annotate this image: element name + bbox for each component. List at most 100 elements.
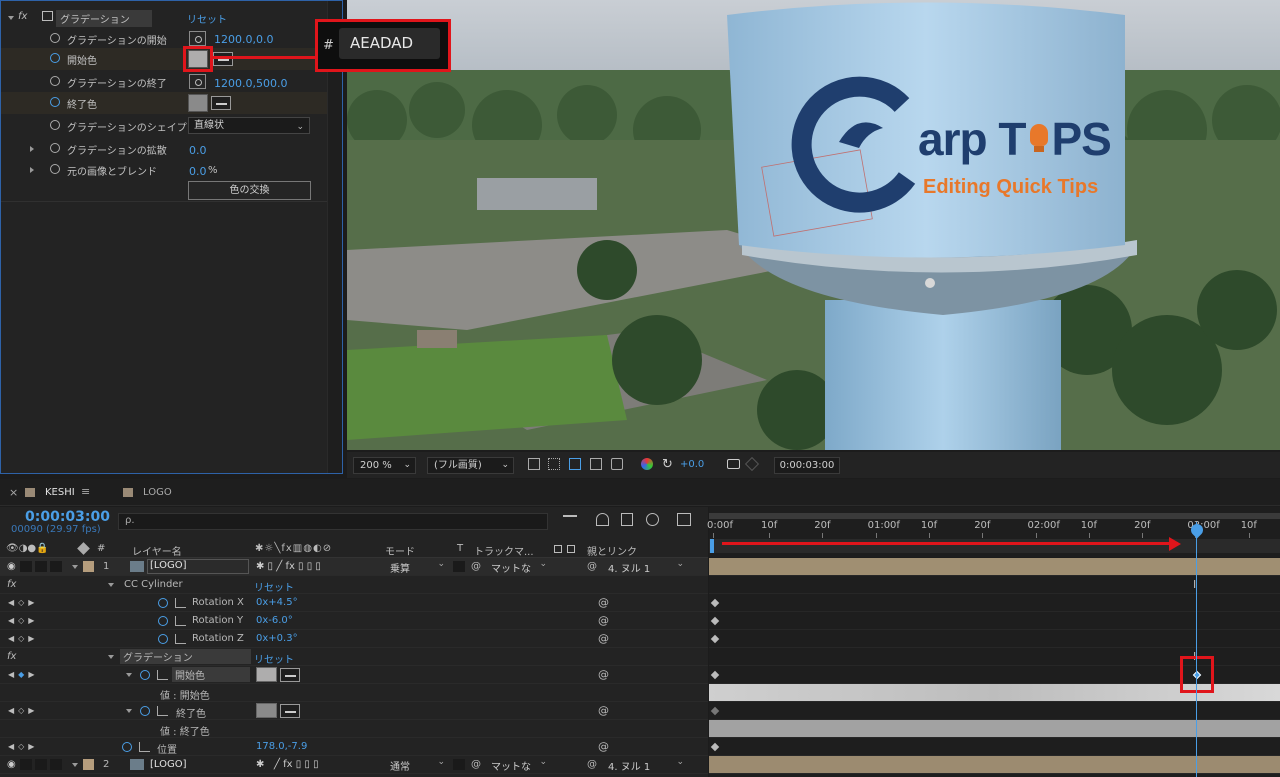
work-area-bar[interactable] [709, 513, 1280, 519]
expand-chevron-icon[interactable] [30, 167, 34, 173]
keyframe[interactable] [710, 706, 720, 716]
swap-colors-button[interactable]: 色の交換 [188, 181, 311, 200]
reset-exposure-icon[interactable]: ↻ [662, 457, 673, 472]
gradient-start-value[interactable]: 1200.0,0.0 [214, 33, 273, 46]
show-snapshot-icon[interactable] [744, 456, 760, 472]
col-layer-name[interactable]: レイヤー名 [132, 543, 182, 558]
effect-name[interactable]: CC Cylinder [124, 579, 183, 590]
keyframe-navigator[interactable]: ◀◇▶ [8, 634, 38, 643]
layer-switches[interactable]: ✱ ╱ fx ▯ ▯ ▯ [256, 759, 319, 770]
preserve-transparency[interactable] [453, 561, 465, 572]
effect-name[interactable]: グラデーション [56, 10, 152, 27]
tab-menu-icon[interactable]: ≡ [81, 485, 90, 498]
tab-keshi[interactable]: KESHI [45, 487, 75, 498]
eyedropper-icon[interactable] [280, 668, 300, 682]
prop-row-start-color[interactable]: ◀◆▶ 開始色 @ [0, 666, 708, 684]
layer-name[interactable]: [LOGO] [150, 759, 187, 770]
keyframe[interactable] [710, 670, 720, 680]
col-mode[interactable]: モード [385, 543, 415, 558]
stopwatch-icon[interactable] [50, 76, 60, 86]
eye-icon[interactable]: ◉ [7, 759, 16, 770]
prop-row-end-color[interactable]: ◀◇▶ 終了色 @ [0, 702, 708, 720]
stopwatch-icon[interactable] [158, 616, 168, 626]
expand-chevron-icon[interactable] [30, 146, 34, 152]
current-time[interactable]: 0:00:03:00 [25, 509, 110, 525]
preserve-transparency[interactable] [453, 759, 465, 770]
spiral-icon[interactable]: @ [471, 561, 481, 572]
keyframe[interactable] [710, 598, 720, 608]
keyframe[interactable] [710, 616, 720, 626]
expand-effect-icon[interactable] [108, 655, 114, 659]
blend-value[interactable]: 0.0 [189, 165, 207, 178]
expand-prop-icon[interactable] [126, 709, 132, 713]
stopwatch-icon[interactable] [50, 164, 60, 174]
layer-color-label[interactable] [83, 759, 94, 770]
crosshair-point-icon[interactable] [189, 74, 206, 89]
spiral-icon[interactable]: @ [471, 759, 481, 770]
lock-switch[interactable] [50, 561, 62, 572]
effect-row-cc-cylinder[interactable]: fx CC Cylinder リセット [0, 576, 708, 594]
prop-row-position[interactable]: ◀◇▶ 位置 178.0,-7.9 @ [0, 738, 708, 756]
eye-icon[interactable]: ◉ [7, 561, 16, 572]
stopwatch-icon[interactable] [158, 598, 168, 608]
rotation-z-value[interactable]: 0x+0.3° [256, 633, 298, 644]
work-area-start[interactable] [710, 539, 714, 553]
stopwatch-icon[interactable] [50, 143, 60, 153]
effect-reset-link[interactable]: リセット [254, 651, 294, 666]
graph-icon[interactable] [157, 670, 168, 680]
layer-search-input[interactable]: ρ. [118, 513, 548, 530]
expand-prop-icon[interactable] [126, 673, 132, 677]
rotation-x-value[interactable]: 0x+4.5° [256, 597, 298, 608]
safe-margins-icon[interactable] [590, 458, 602, 470]
zoom-select[interactable]: 200 % ⌄ [353, 457, 416, 474]
motion-blur-icon[interactable] [646, 513, 659, 526]
gradient-end-value[interactable]: 1200.0,500.0 [214, 77, 287, 90]
mode-select[interactable]: 通常 ⌄ [385, 757, 448, 773]
camera-snapshot-icon[interactable] [727, 459, 740, 469]
keyframe[interactable] [710, 634, 720, 644]
mode-select[interactable]: 乗算 ⌄ [385, 559, 448, 575]
keyframe-navigator[interactable]: ◀◇▶ [8, 598, 38, 607]
effect-reset-link[interactable]: リセット [254, 579, 294, 594]
effect-row-gradient[interactable]: fx グラデーション リセット [0, 648, 708, 666]
pickwhip-spiral-icon[interactable]: @ [587, 561, 597, 572]
prop-row-rotation-y[interactable]: ◀◇▶ Rotation Y 0x-6.0° @ [0, 612, 708, 630]
expand-layer-icon[interactable] [72, 763, 78, 767]
gradient-shape-select[interactable]: 直線状 ⌄ [188, 117, 310, 134]
layer-bar-1[interactable] [709, 558, 1280, 576]
collapse-chevron-icon[interactable] [8, 16, 14, 20]
expression-pickwhip-icon[interactable]: @ [598, 632, 609, 645]
exposure-value[interactable]: +0.0 [680, 459, 704, 470]
expression-pickwhip-icon[interactable]: @ [598, 704, 609, 717]
start-color-swatch[interactable] [256, 667, 277, 682]
prop-row-rotation-z[interactable]: ◀◇▶ Rotation Z 0x+0.3° @ [0, 630, 708, 648]
parent-select[interactable]: 4. ヌル 1 ⌄ [604, 559, 688, 575]
pickwhip-spiral-icon[interactable]: @ [587, 759, 597, 770]
graph-icon[interactable] [175, 598, 186, 608]
gradient-scatter-value[interactable]: 0.0 [189, 144, 207, 157]
expression-pickwhip-icon[interactable]: @ [598, 596, 609, 609]
keyframe[interactable] [710, 742, 720, 752]
crosshair-point-icon[interactable] [189, 31, 206, 46]
graph-icon[interactable] [139, 742, 150, 752]
comp-mini-flowchart-icon[interactable] [563, 515, 577, 525]
audio-switch[interactable] [20, 561, 32, 572]
end-color-swatch[interactable] [256, 703, 277, 718]
region-of-interest-icon[interactable] [528, 458, 540, 470]
hex-color-input[interactable]: AEADAD [339, 28, 440, 59]
color-channels-icon[interactable] [641, 458, 653, 470]
expand-effect-icon[interactable] [108, 583, 114, 587]
stopwatch-icon[interactable] [140, 670, 150, 680]
eyedropper-icon[interactable] [213, 52, 233, 66]
mask-visibility-icon[interactable] [569, 458, 581, 470]
lock-switch[interactable] [50, 759, 62, 770]
col-parent[interactable]: 親とリンク [587, 543, 637, 558]
eyedropper-icon[interactable] [211, 96, 231, 110]
effect-reset-link[interactable]: リセット [187, 11, 227, 26]
audio-switch[interactable] [20, 759, 32, 770]
stopwatch-icon[interactable] [50, 120, 60, 130]
frame-blending-icon[interactable] [621, 513, 633, 526]
close-tab-icon[interactable]: × [9, 486, 18, 499]
track-matte-select[interactable]: マットな ⌄ [489, 757, 549, 773]
composition-viewer[interactable]: arp T PS Editing Quick Tips [347, 0, 1280, 450]
